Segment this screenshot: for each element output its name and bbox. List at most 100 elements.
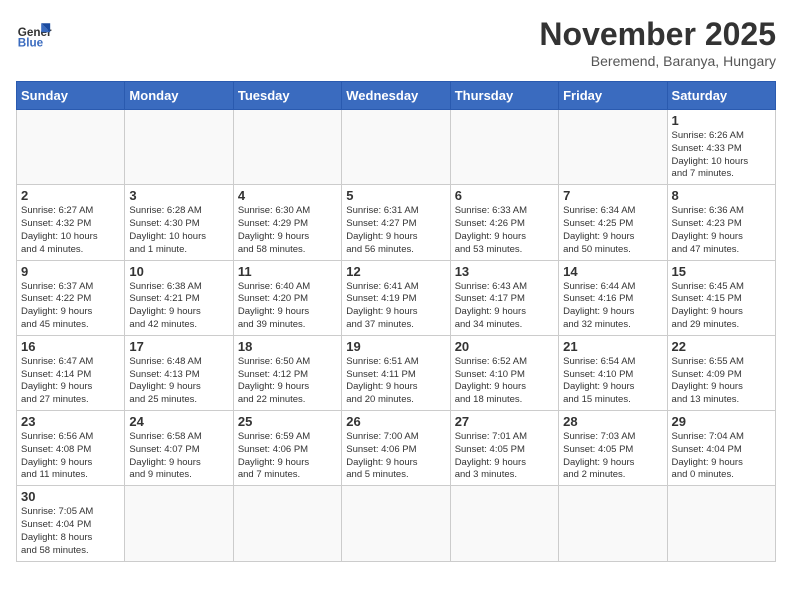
day-info: Sunrise: 6:37 AM Sunset: 4:22 PM Dayligh… xyxy=(21,281,120,332)
calendar-cell xyxy=(342,110,450,185)
calendar-cell: 24Sunrise: 6:58 AM Sunset: 4:07 PM Dayli… xyxy=(125,411,233,486)
logo-icon: General Blue xyxy=(16,16,52,52)
calendar-cell: 30 Sunrise: 7:05 AM Sunset: 4:04 PM Dayli… xyxy=(17,486,125,561)
calendar-cell: 13Sunrise: 6:43 AM Sunset: 4:17 PM Dayli… xyxy=(450,260,558,335)
day-info: Sunrise: 6:31 AM Sunset: 4:27 PM Dayligh… xyxy=(346,205,445,256)
calendar-cell: 19Sunrise: 6:51 AM Sunset: 4:11 PM Dayli… xyxy=(342,335,450,410)
day-number: 13 xyxy=(455,264,554,279)
calendar-cell: 6 Sunrise: 6:33 AM Sunset: 4:26 PM Daylig… xyxy=(450,185,558,260)
day-number: 28 xyxy=(563,414,662,429)
day-number: 17 xyxy=(129,339,228,354)
calendar-header-row: SundayMondayTuesdayWednesdayThursdayFrid… xyxy=(17,82,776,110)
calendar-cell xyxy=(342,486,450,561)
calendar-header-sunday: Sunday xyxy=(17,82,125,110)
day-info: Sunrise: 6:56 AM Sunset: 4:08 PM Dayligh… xyxy=(21,431,120,482)
calendar-subtitle: Beremend, Baranya, Hungary xyxy=(539,53,776,69)
calendar-week-row: 2 Sunrise: 6:27 AM Sunset: 4:32 PM Daylig… xyxy=(17,185,776,260)
calendar-cell: 14 Sunrise: 6:44 AM Sunset: 4:16 PM Dayli… xyxy=(559,260,667,335)
day-info: Sunrise: 7:00 AM Sunset: 4:06 PM Dayligh… xyxy=(346,431,445,482)
day-number: 8 xyxy=(672,188,771,203)
day-info: Sunrise: 6:48 AM Sunset: 4:13 PM Dayligh… xyxy=(129,356,228,407)
day-number: 19 xyxy=(346,339,445,354)
calendar-cell: 11 Sunrise: 6:40 AM Sunset: 4:20 PM Dayli… xyxy=(233,260,341,335)
day-number: 21 xyxy=(563,339,662,354)
day-info: Sunrise: 7:05 AM Sunset: 4:04 PM Dayligh… xyxy=(21,506,120,557)
day-info: Sunrise: 7:03 AM Sunset: 4:05 PM Dayligh… xyxy=(563,431,662,482)
day-number: 6 xyxy=(455,188,554,203)
day-number: 1 xyxy=(672,113,771,128)
calendar-header-thursday: Thursday xyxy=(450,82,558,110)
day-info: Sunrise: 6:34 AM Sunset: 4:25 PM Dayligh… xyxy=(563,205,662,256)
title-area: November 2025 Beremend, Baranya, Hungary xyxy=(539,16,776,69)
calendar-cell: 28 Sunrise: 7:03 AM Sunset: 4:05 PM Dayli… xyxy=(559,411,667,486)
calendar-cell xyxy=(559,486,667,561)
day-info: Sunrise: 6:41 AM Sunset: 4:19 PM Dayligh… xyxy=(346,281,445,332)
day-number: 26 xyxy=(346,414,445,429)
day-info: Sunrise: 6:55 AM Sunset: 4:09 PM Dayligh… xyxy=(672,356,771,407)
day-number: 30 xyxy=(21,489,120,504)
calendar-cell: 7Sunrise: 6:34 AM Sunset: 4:25 PM Daylig… xyxy=(559,185,667,260)
calendar-cell: 29 Sunrise: 7:04 AM Sunset: 4:04 PM Dayli… xyxy=(667,411,775,486)
calendar-cell xyxy=(125,486,233,561)
day-info: Sunrise: 6:44 AM Sunset: 4:16 PM Dayligh… xyxy=(563,281,662,332)
calendar-cell xyxy=(233,110,341,185)
logo: General Blue xyxy=(16,16,52,52)
calendar-header-saturday: Saturday xyxy=(667,82,775,110)
day-info: Sunrise: 6:58 AM Sunset: 4:07 PM Dayligh… xyxy=(129,431,228,482)
calendar-cell: 4Sunrise: 6:30 AM Sunset: 4:29 PM Daylig… xyxy=(233,185,341,260)
calendar-cell xyxy=(667,486,775,561)
calendar-cell xyxy=(559,110,667,185)
day-info: Sunrise: 6:59 AM Sunset: 4:06 PM Dayligh… xyxy=(238,431,337,482)
day-info: Sunrise: 6:27 AM Sunset: 4:32 PM Dayligh… xyxy=(21,205,120,256)
day-info: Sunrise: 6:26 AM Sunset: 4:33 PM Dayligh… xyxy=(672,130,771,181)
calendar-cell: 8Sunrise: 6:36 AM Sunset: 4:23 PM Daylig… xyxy=(667,185,775,260)
calendar-cell: 9 Sunrise: 6:37 AM Sunset: 4:22 PM Daylig… xyxy=(17,260,125,335)
day-info: Sunrise: 7:04 AM Sunset: 4:04 PM Dayligh… xyxy=(672,431,771,482)
calendar-cell: 25Sunrise: 6:59 AM Sunset: 4:06 PM Dayli… xyxy=(233,411,341,486)
calendar-week-row: 1 Sunrise: 6:26 AM Sunset: 4:33 PM Daylig… xyxy=(17,110,776,185)
calendar-cell xyxy=(17,110,125,185)
calendar-week-row: 9 Sunrise: 6:37 AM Sunset: 4:22 PM Daylig… xyxy=(17,260,776,335)
calendar-header-friday: Friday xyxy=(559,82,667,110)
calendar-cell: 23 Sunrise: 6:56 AM Sunset: 4:08 PM Dayli… xyxy=(17,411,125,486)
calendar-cell: 2 Sunrise: 6:27 AM Sunset: 4:32 PM Daylig… xyxy=(17,185,125,260)
day-number: 23 xyxy=(21,414,120,429)
day-number: 22 xyxy=(672,339,771,354)
calendar-week-row: 16Sunrise: 6:47 AM Sunset: 4:14 PM Dayli… xyxy=(17,335,776,410)
day-info: Sunrise: 6:40 AM Sunset: 4:20 PM Dayligh… xyxy=(238,281,337,332)
calendar-cell xyxy=(233,486,341,561)
calendar-cell: 26 Sunrise: 7:00 AM Sunset: 4:06 PM Dayli… xyxy=(342,411,450,486)
calendar-cell: 27Sunrise: 7:01 AM Sunset: 4:05 PM Dayli… xyxy=(450,411,558,486)
calendar-cell: 22 Sunrise: 6:55 AM Sunset: 4:09 PM Dayli… xyxy=(667,335,775,410)
header: General Blue November 2025 Beremend, Bar… xyxy=(16,16,776,69)
calendar-header-tuesday: Tuesday xyxy=(233,82,341,110)
day-info: Sunrise: 7:01 AM Sunset: 4:05 PM Dayligh… xyxy=(455,431,554,482)
calendar-table: SundayMondayTuesdayWednesdayThursdayFrid… xyxy=(16,81,776,562)
calendar-cell: 18 Sunrise: 6:50 AM Sunset: 4:12 PM Dayli… xyxy=(233,335,341,410)
day-number: 10 xyxy=(129,264,228,279)
day-info: Sunrise: 6:33 AM Sunset: 4:26 PM Dayligh… xyxy=(455,205,554,256)
calendar-cell xyxy=(125,110,233,185)
day-info: Sunrise: 6:47 AM Sunset: 4:14 PM Dayligh… xyxy=(21,356,120,407)
day-number: 20 xyxy=(455,339,554,354)
day-number: 2 xyxy=(21,188,120,203)
day-number: 9 xyxy=(21,264,120,279)
calendar-cell: 10Sunrise: 6:38 AM Sunset: 4:21 PM Dayli… xyxy=(125,260,233,335)
day-info: Sunrise: 6:54 AM Sunset: 4:10 PM Dayligh… xyxy=(563,356,662,407)
calendar-title: November 2025 xyxy=(539,16,776,53)
day-number: 18 xyxy=(238,339,337,354)
svg-text:Blue: Blue xyxy=(18,37,44,50)
calendar-cell: 15Sunrise: 6:45 AM Sunset: 4:15 PM Dayli… xyxy=(667,260,775,335)
day-number: 12 xyxy=(346,264,445,279)
calendar-cell xyxy=(450,110,558,185)
calendar-cell: 21 Sunrise: 6:54 AM Sunset: 4:10 PM Dayli… xyxy=(559,335,667,410)
day-number: 15 xyxy=(672,264,771,279)
calendar-cell: 20 Sunrise: 6:52 AM Sunset: 4:10 PM Dayli… xyxy=(450,335,558,410)
day-info: Sunrise: 6:50 AM Sunset: 4:12 PM Dayligh… xyxy=(238,356,337,407)
day-number: 11 xyxy=(238,264,337,279)
calendar-week-row: 30 Sunrise: 7:05 AM Sunset: 4:04 PM Dayli… xyxy=(17,486,776,561)
day-info: Sunrise: 6:28 AM Sunset: 4:30 PM Dayligh… xyxy=(129,205,228,256)
day-number: 14 xyxy=(563,264,662,279)
day-info: Sunrise: 6:52 AM Sunset: 4:10 PM Dayligh… xyxy=(455,356,554,407)
day-number: 29 xyxy=(672,414,771,429)
